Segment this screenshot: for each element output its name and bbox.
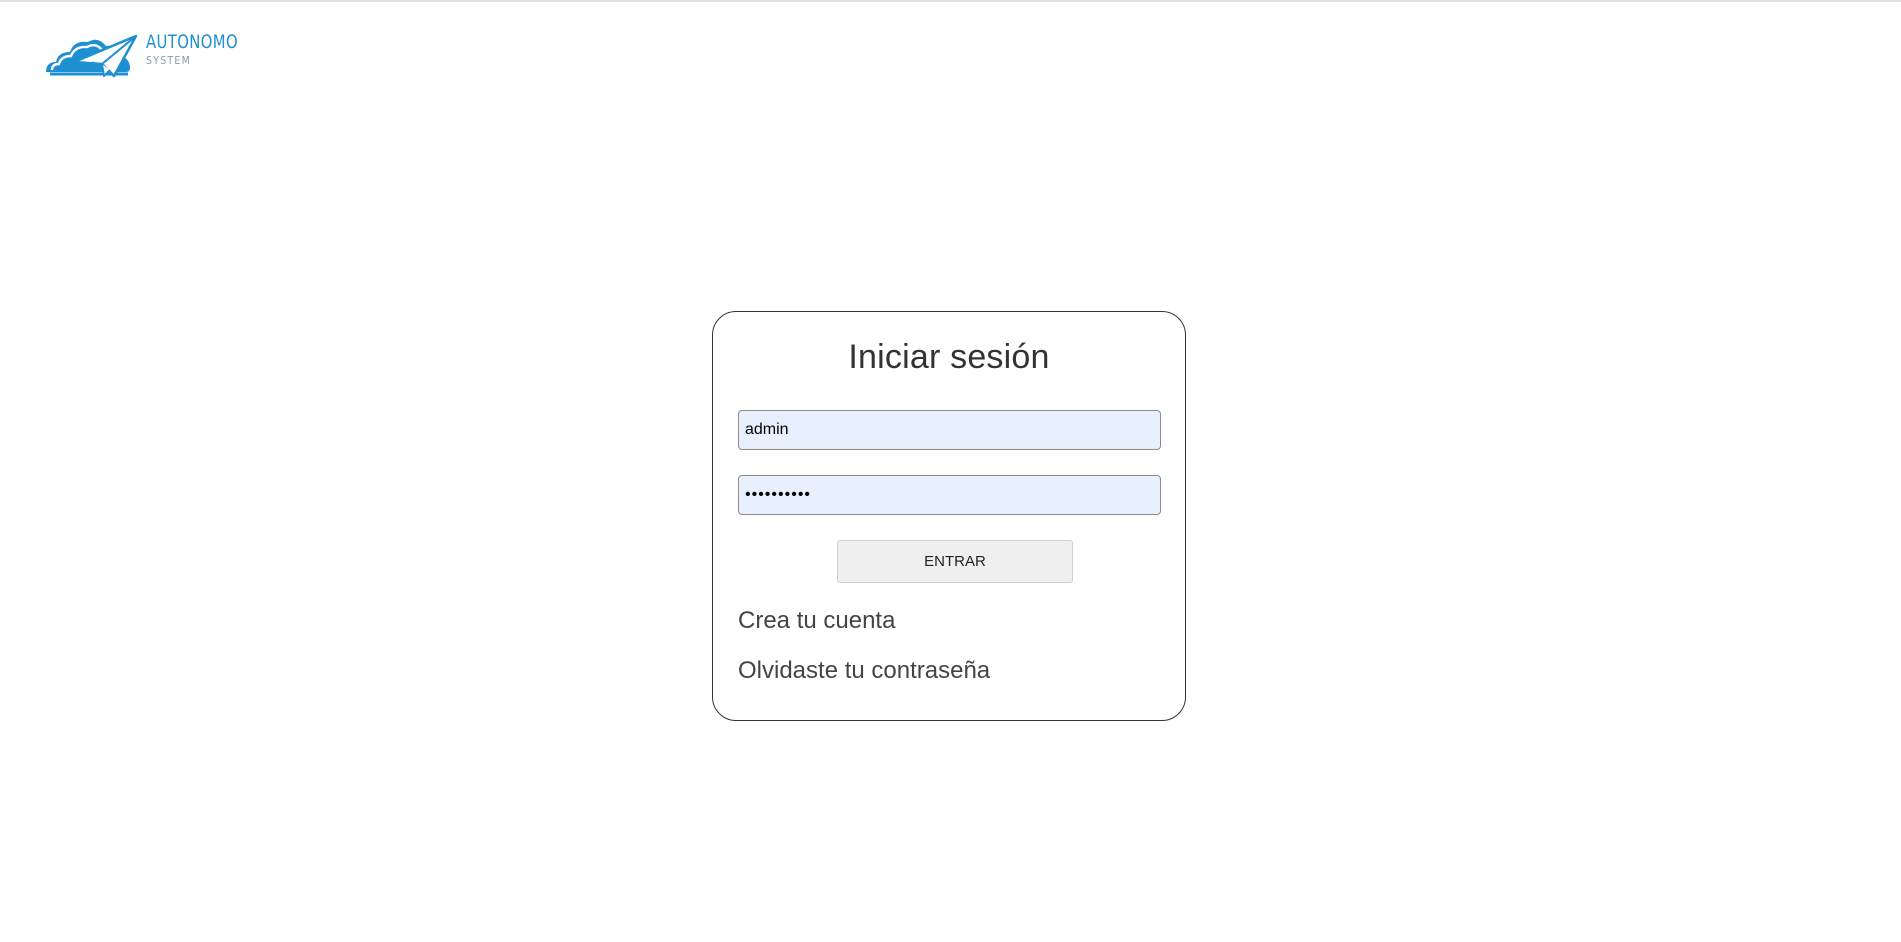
password-input[interactable] <box>738 475 1161 515</box>
brand-wordmark: AUTONOMO SYSTEM <box>146 31 264 67</box>
login-button[interactable]: ENTRAR <box>837 540 1073 583</box>
forgot-password-link[interactable]: Olvidaste tu contraseña <box>738 657 990 685</box>
login-title: Iniciar sesión <box>848 338 1050 376</box>
cloud-paper-plane-logo-icon <box>46 34 138 78</box>
login-form: Iniciar sesión ENTRAR Crea tu cuenta Olv… <box>712 311 1186 721</box>
brand-subtitle: SYSTEM <box>146 54 191 67</box>
create-account-link[interactable]: Crea tu cuenta <box>738 607 895 635</box>
login-page: AUTONOMO SYSTEM Iniciar sesión ENTRAR Cr… <box>0 0 1901 942</box>
username-input[interactable] <box>738 410 1161 450</box>
brand-logo[interactable]: AUTONOMO SYSTEM <box>44 32 238 78</box>
brand-name: AUTONOMO <box>146 31 239 53</box>
